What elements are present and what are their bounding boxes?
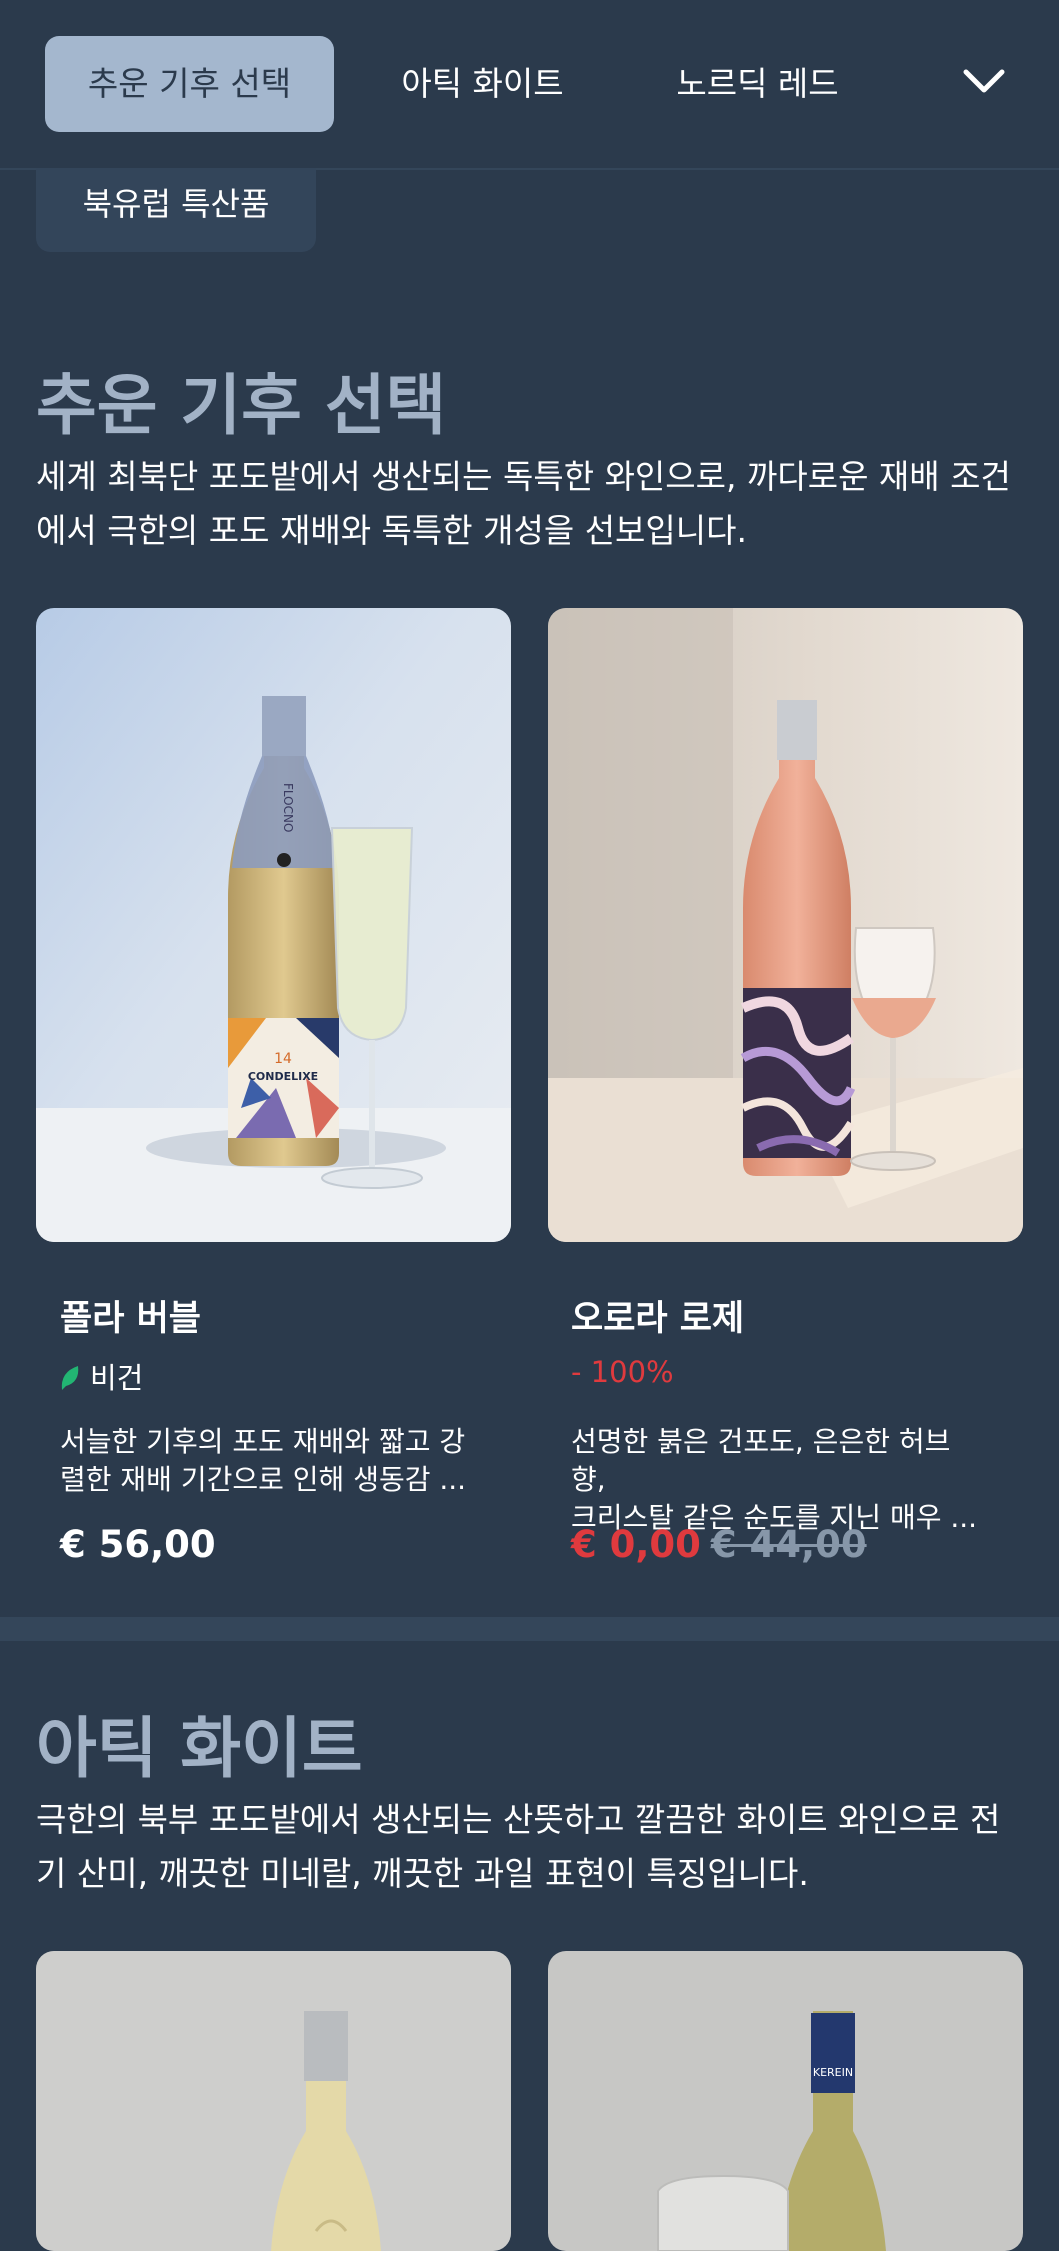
product-description: 서늘한 기후의 포도 재배와 짧고 강 렬한 재배 기간으로 인해 생동감 ..…: [60, 1425, 467, 1496]
product-price: € 0,00 € 44,00: [571, 1523, 867, 1566]
product-image-aurora-rose[interactable]: [548, 608, 1023, 1242]
product-name[interactable]: 폴라 버블: [60, 1290, 201, 1341]
product-price: € 56,00: [60, 1523, 216, 1566]
original-price: € 44,00: [710, 1523, 867, 1566]
vegan-badge: 비건: [60, 1355, 143, 1397]
sale-price: € 0,00: [571, 1523, 701, 1566]
section-description: 세계 최북단 포도밭에서 생산되는 독특한 와인으로, 까다로운 재배 조건에서…: [36, 457, 1011, 550]
section-divider: [0, 1617, 1059, 1641]
leaf-icon: [61, 1366, 79, 1390]
bottle-neck-text: FLOCNO: [281, 783, 295, 832]
section-description: 극한의 북부 포도밭에서 생산되는 산뜻하고 깔끔한 화이트 와인으로 전기 산…: [36, 1800, 1001, 1893]
bottle-label-text: CONDELIXE: [248, 1070, 318, 1083]
section-title: 추운 기후 선택: [36, 367, 447, 444]
product-name[interactable]: 오로라 로제: [571, 1290, 744, 1341]
product-image-white-2[interactable]: KEREIN: [548, 1951, 1023, 2251]
tab-nordic-red[interactable]: 노르딕 레드: [655, 36, 860, 132]
tab-cold-climate[interactable]: 추운 기후 선택: [45, 36, 334, 132]
product-description: 선명한 붉은 건포도, 은은한 허브 향, 크리스탈 같은 순도를 지닌 매우 …: [571, 1425, 978, 1534]
product-image-white-1[interactable]: [36, 1951, 511, 2251]
product-image-polar-bubble[interactable]: FLOCNO 14 CONDELIXE: [36, 608, 511, 1242]
vegan-label: 비건: [90, 1361, 144, 1395]
discount-badge: - 100%: [571, 1355, 674, 1389]
chevron-down-icon[interactable]: [960, 62, 1008, 102]
bottle-label-text: KEREIN: [813, 2066, 853, 2079]
tab-nordic-specialties[interactable]: 북유럽 특산품: [36, 168, 316, 252]
category-nav: 추운 기후 선택 아틱 화이트 노르딕 레드: [0, 0, 1059, 170]
bottle-number-text: 14: [274, 1051, 292, 1067]
tab-arctic-white[interactable]: 아틱 화이트: [380, 36, 585, 132]
section-title: 아틱 화이트: [36, 1710, 363, 1787]
